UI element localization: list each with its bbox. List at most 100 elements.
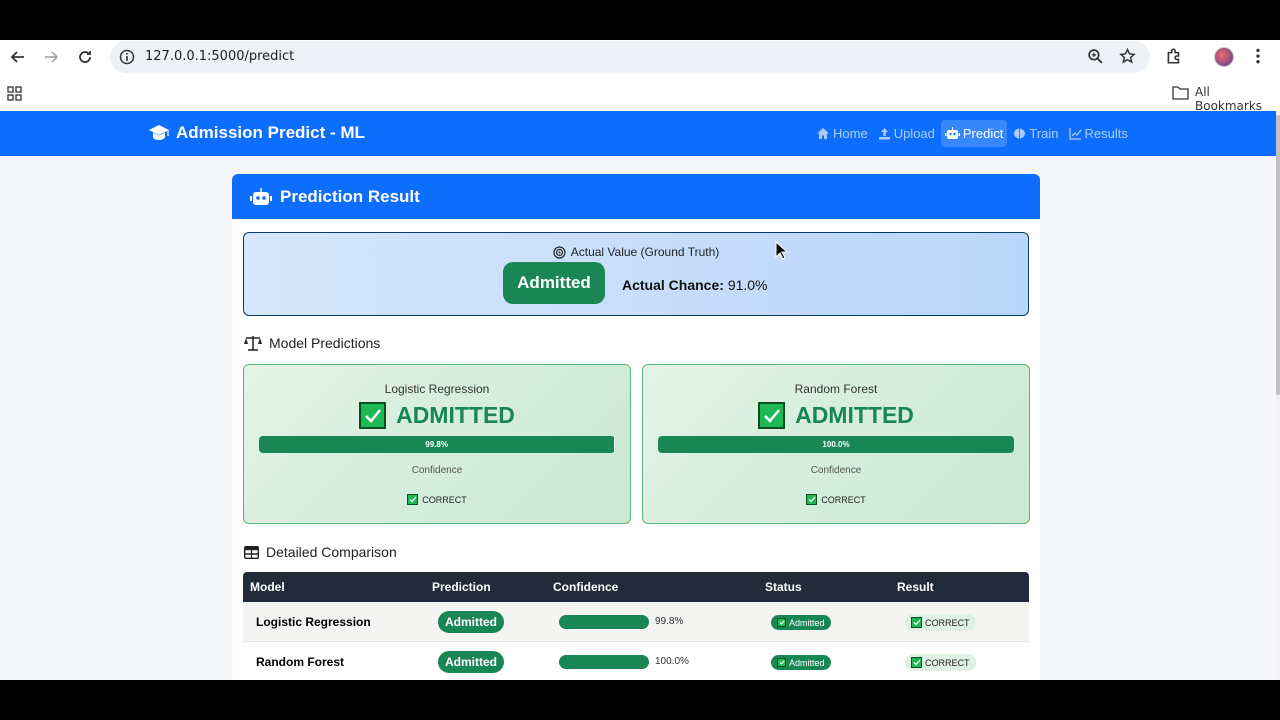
zoom-icon[interactable] (1087, 48, 1104, 70)
correct-text: CORRECT (821, 494, 866, 505)
forward-arrow-icon (45, 51, 59, 63)
actual-value-box: Actual Value (Ground Truth) Admitted Act… (243, 232, 1029, 316)
prediction-card-logistic: Logistic Regression ADMITTED 99.8% Confi… (243, 364, 631, 524)
bookmarks-bar: All Bookmarks (0, 75, 1280, 113)
row-confidence-bar (559, 655, 649, 669)
confidence-progress-bar: 99.8% (259, 436, 615, 453)
forward-button[interactable] (40, 46, 62, 68)
th-confidence: Confidence (553, 580, 619, 594)
table-row: Logistic Regression Admitted 99.8% Admit… (243, 602, 1029, 642)
actual-title-text: Actual Value (Ground Truth) (570, 245, 720, 259)
bookmark-star-icon[interactable] (1119, 47, 1136, 70)
nav-train-label: Train (1029, 126, 1059, 141)
detailed-comparison-title: Detailed Comparison (266, 544, 397, 560)
actual-title: Actual Value (Ground Truth) (244, 245, 1028, 259)
card-title: Prediction Result (280, 186, 420, 206)
scrollbar-thumb[interactable] (1276, 115, 1280, 395)
check-box-icon (911, 657, 922, 668)
back-arrow-icon (10, 51, 24, 63)
check-box-icon (806, 494, 818, 505)
row-status-text: Admitted (789, 617, 825, 628)
prediction-card-random-forest: Random Forest ADMITTED 100.0% Confidence… (642, 364, 1030, 524)
row-result-text: CORRECT (925, 617, 970, 628)
check-box-icon (777, 618, 786, 627)
graduation-cap-icon (149, 125, 169, 140)
nav-home-label: Home (833, 126, 868, 141)
row-prediction-badge: Admitted (438, 651, 504, 673)
correct-indicator: CORRECT (244, 494, 630, 505)
robot-icon (944, 127, 960, 139)
app-navbar: Admission Predict - ML Home Upload Predi… (0, 111, 1276, 156)
reload-icon (79, 51, 91, 63)
home-icon (817, 128, 829, 139)
nav-upload[interactable]: Upload (874, 120, 939, 147)
row-result-badge: CORRECT (905, 654, 976, 671)
pred-result: ADMITTED (244, 402, 630, 429)
check-box-icon (758, 402, 786, 429)
mouse-cursor-icon (775, 241, 789, 260)
actual-chance-value: 91.0% (727, 277, 768, 293)
reload-button[interactable] (74, 46, 96, 68)
screen-border-top (0, 0, 1280, 40)
profile-avatar[interactable] (1214, 47, 1234, 67)
confidence-progress-bar: 100.0% (658, 436, 1014, 453)
comparison-table: Model Prediction Confidence Status Resul… (243, 572, 1029, 680)
brand-text: Admission Predict - ML (176, 123, 365, 142)
check-box-icon (911, 617, 922, 628)
th-prediction: Prediction (432, 580, 491, 594)
site-info-icon[interactable] (119, 49, 135, 70)
pred-model-name: Logistic Regression (384, 382, 490, 396)
nav-upload-label: Upload (893, 126, 935, 141)
url-text[interactable]: 127.0.0.1:5000/predict (145, 49, 294, 64)
actual-chance: Actual Chance: 91.0% (622, 277, 768, 293)
check-box-icon (359, 402, 387, 429)
nav-results[interactable]: Results (1065, 120, 1132, 147)
menu-kebab-icon[interactable] (1251, 47, 1265, 70)
th-result: Result (897, 580, 934, 594)
model-predictions-title: Model Predictions (269, 335, 381, 351)
folder-icon[interactable] (1172, 85, 1189, 105)
pred-model-name: Random Forest (794, 382, 878, 396)
screen-border-bottom (0, 680, 1280, 720)
nav-home[interactable]: Home (812, 120, 872, 147)
correct-text: CORRECT (422, 494, 467, 505)
line-chart-icon (1068, 128, 1082, 140)
all-bookmarks-link[interactable]: All Bookmarks (1195, 85, 1280, 113)
apps-grid-icon[interactable] (7, 86, 22, 106)
brain-icon (1014, 128, 1026, 139)
target-icon (553, 245, 566, 259)
confidence-progress-fill: 100.0% (658, 436, 1014, 453)
upload-icon (878, 128, 890, 140)
row-confidence-text: 99.8% (655, 616, 684, 627)
confidence-progress-fill: 99.8% (259, 436, 615, 453)
extensions-icon[interactable] (1165, 47, 1183, 70)
page-content: Prediction Result Actual Value (Ground T… (0, 156, 1276, 680)
table-header: Model Prediction Confidence Status Resul… (243, 572, 1029, 602)
card-header: Prediction Result (232, 174, 1040, 219)
prediction-result-card: Prediction Result Actual Value (Ground T… (232, 174, 1040, 680)
check-box-icon (777, 658, 786, 667)
nav-predict[interactable]: Predict (940, 120, 1008, 147)
correct-indicator: CORRECT (643, 494, 1029, 505)
row-prediction-badge: Admitted (438, 611, 504, 633)
row-status-badge: Admitted (771, 655, 831, 670)
confidence-label: Confidence (810, 465, 862, 476)
pred-result-text: ADMITTED (396, 402, 515, 428)
row-status-text: Admitted (789, 657, 825, 668)
nav-results-label: Results (1084, 126, 1128, 141)
nav-train[interactable]: Train (1009, 120, 1062, 147)
row-confidence-bar (559, 615, 649, 629)
actual-status-badge: Admitted (503, 262, 605, 304)
nav-links: Home Upload Predict Train Results (812, 120, 1132, 147)
row-result-badge: CORRECT (905, 614, 976, 631)
row-confidence-text: 100.0% (655, 656, 689, 667)
table-icon (244, 545, 259, 559)
address-bar-row: 127.0.0.1:5000/predict (0, 40, 1280, 75)
omnibox[interactable]: 127.0.0.1:5000/predict (110, 41, 1150, 73)
page-scrollbar[interactable] (1276, 111, 1280, 680)
brand[interactable]: Admission Predict - ML (148, 123, 365, 143)
row-result-text: CORRECT (925, 657, 970, 668)
pred-result: ADMITTED (643, 402, 1029, 429)
row-status-badge: Admitted (771, 615, 831, 630)
back-button[interactable] (7, 46, 29, 68)
